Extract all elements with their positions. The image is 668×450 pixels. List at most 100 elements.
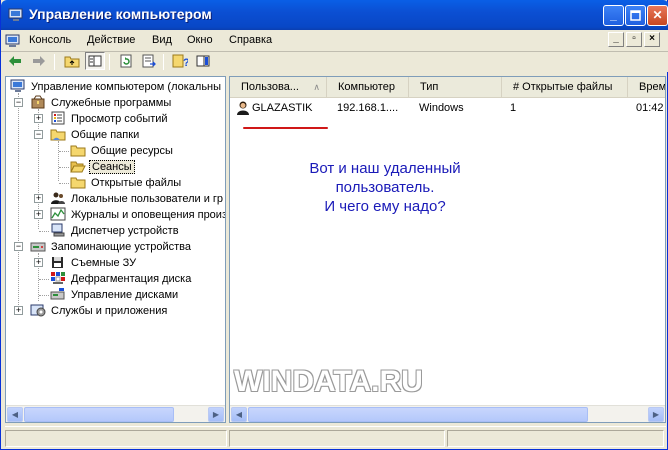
cell-open-files: 1 [510,102,517,114]
status-pane [5,430,227,447]
scroll-thumb[interactable] [24,407,174,422]
arrow-right-icon: ▶ [212,410,220,419]
column-header-computer[interactable]: Компьютер [327,77,409,98]
tree-item-label: Открытые файлы [91,177,182,189]
export-list-button[interactable] [139,52,159,70]
tree-item-sessions[interactable]: Сеансы [70,159,135,175]
menu-console[interactable]: Консоль [29,34,71,46]
computer-management-icon [10,79,25,92]
column-header-open-files[interactable]: # Открытые файлы [502,77,628,98]
tree-item-label: Общие папки [71,129,140,141]
tree-item-removable-storage[interactable]: Съемные ЗУ [50,255,138,271]
menu-view[interactable]: Вид [152,34,172,46]
title-bar[interactable]: Управление компьютером _ ✕ [1,0,668,30]
child-restore-button[interactable]: ▫ [626,32,642,47]
details-horizontal-scrollbar[interactable]: ◀ ▶ [230,405,665,422]
menu-bar: Консоль Действие Вид Окно Справка _ ▫ × [1,30,668,52]
system-tools-icon [31,95,45,109]
folder-icon [70,145,86,157]
collapse-toggle[interactable]: − [14,98,23,107]
performance-logs-icon [50,207,66,221]
column-header-time[interactable]: Врем [628,77,665,98]
collapse-toggle[interactable]: − [34,130,43,139]
up-level-button[interactable] [62,52,82,70]
users-icon [51,192,65,204]
computer-management-icon [8,8,23,21]
menu-action[interactable]: Действие [87,34,135,46]
tree-item-disk-management[interactable]: Управление дисками [50,287,180,303]
arrow-left-icon: ◀ [11,410,19,419]
show-hide-action-pane-button[interactable] [193,52,213,70]
arrow-right-icon [33,56,45,66]
scroll-left-button[interactable]: ◀ [231,407,247,422]
minimize-icon: _ [610,8,617,22]
watermark: WINDATA.RU [234,365,423,398]
tree-item-label: Запоминающие устройства [51,241,192,253]
tree-item-local-users[interactable]: Локальные пользователи и гр [50,191,225,207]
toolbar: ? [1,52,668,72]
toolbar-separator [163,54,164,70]
console-icon[interactable] [5,33,21,49]
scroll-thumb[interactable] [248,407,588,422]
tree-item-shares[interactable]: Общие ресурсы [70,143,175,159]
tree-item-performance-logs[interactable]: Журналы и оповещения произ [50,207,225,223]
tree-connector [59,151,69,152]
expand-toggle[interactable]: + [34,114,43,123]
tree-item-services-applications[interactable]: Службы и приложения [30,303,169,319]
minimize-button[interactable]: _ [603,5,624,26]
tree-item-shared-folders[interactable]: Общие папки [50,127,141,143]
help-button[interactable]: ? [170,52,190,70]
tree-item-event-viewer[interactable]: Просмотр событий [50,111,170,127]
window-title: Управление компьютером [29,6,212,22]
close-icon: × [649,33,655,44]
expand-toggle[interactable]: + [34,210,43,219]
tree-item-device-manager[interactable]: Диспетчер устройств [50,223,181,239]
back-button[interactable] [5,52,25,70]
defrag-icon [51,272,65,284]
refresh-button[interactable] [116,52,136,70]
table-row[interactable]: GLAZASTIK 192.168.1.... Windows 1 01:42 [230,99,665,117]
column-headers: Пользова... ∧ Компьютер Тип # Открытые фа… [230,77,665,98]
scroll-right-button[interactable]: ▶ [208,407,224,422]
storage-icon [30,242,46,252]
tree-item-computer-management[interactable]: Управление компьютером (локальны [10,79,223,95]
child-close-button[interactable]: × [644,32,660,47]
expand-toggle[interactable]: + [34,258,43,267]
restore-icon: ▫ [632,33,636,44]
console-tree-pane[interactable]: Управление компьютером (локальны − Служе… [5,76,226,423]
maximize-icon [630,10,641,21]
menu-help[interactable]: Справка [229,34,272,46]
tree-horizontal-scrollbar[interactable]: ◀ ▶ [6,405,225,422]
tree-item-storage[interactable]: Запоминающие устройства [30,239,193,255]
computer-management-window: Управление компьютером _ ✕ Консоль Дейст… [0,0,668,450]
show-hide-tree-button[interactable] [85,52,105,70]
forward-button[interactable] [29,52,49,70]
tree-item-label: Сеансы [89,160,135,174]
action-pane-icon [196,55,210,67]
tree-item-label: Локальные пользователи и гр [71,193,224,205]
expand-toggle[interactable]: + [34,194,43,203]
tree-item-label: Служебные программы [51,97,172,109]
details-pane[interactable]: Пользова... ∧ Компьютер Тип # Открытые фа… [229,76,666,423]
disk-management-icon [50,288,65,300]
tree-item-defrag[interactable]: Дефрагментация диска [50,271,193,287]
tree-item-system-tools[interactable]: Служебные программы [30,95,173,111]
cell-user: GLAZASTIK [252,102,313,114]
collapse-toggle[interactable]: − [14,242,23,251]
column-header-label: # Открытые файлы [513,81,613,93]
column-header-label: Тип [420,81,439,93]
column-header-user[interactable]: Пользова... ∧ [230,77,327,98]
column-header-type[interactable]: Тип [409,77,502,98]
expand-toggle[interactable]: + [14,306,23,315]
child-minimize-button[interactable]: _ [608,32,624,47]
scroll-right-button[interactable]: ▶ [648,407,664,422]
scroll-left-button[interactable]: ◀ [7,407,23,422]
tree-item-label: Управление дисками [71,289,179,301]
tree-item-open-files[interactable]: Открытые файлы [70,175,183,191]
sort-ascending-icon: ∧ [313,82,320,92]
menu-window[interactable]: Окно [187,34,213,46]
annotation-line: И чего ему надо? [324,198,446,215]
close-button[interactable]: ✕ [647,5,668,26]
annotation-line: Вот и наш удаленный [309,160,461,177]
maximize-button[interactable] [625,5,646,26]
